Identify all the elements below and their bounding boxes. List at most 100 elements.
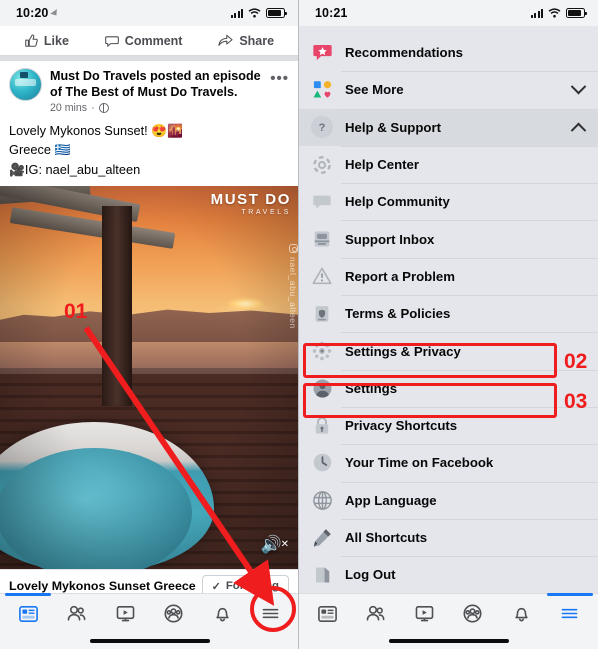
menu-item-your-time-on-facebook[interactable]: Your Time on Facebook — [299, 444, 598, 481]
instagram-watermark: nael_abu_alteen — [288, 243, 298, 329]
post-action-bar: Like Comment Share — [0, 26, 298, 56]
hamburger-menu-icon — [262, 608, 279, 618]
home-indicator — [89, 638, 210, 643]
hamburger-menu-icon — [561, 608, 578, 618]
following-label: Following — [225, 580, 279, 593]
menu-item-support-inbox[interactable]: Support Inbox — [299, 220, 598, 257]
menu-label: Report a Problem — [345, 268, 455, 284]
like-label: Like — [43, 33, 69, 48]
comment-button[interactable]: Comment — [104, 33, 183, 48]
wifi-icon — [248, 8, 261, 18]
document-shield-icon — [311, 303, 333, 325]
menu-item-help-and-support[interactable]: ? Help & Support — [299, 108, 598, 146]
cellular-signal-icon — [231, 8, 243, 18]
video-player[interactable]: MUST DO TRAVELS nael_abu_alteen 🔊 ✕ — [0, 185, 298, 569]
menu-item-terms-and-policies[interactable]: Terms & Policies — [299, 295, 598, 332]
settings-menu-list[interactable]: Recommendations See More ? Help & Suppor… — [299, 26, 598, 593]
chat-bubble-icon — [311, 191, 333, 213]
menu-item-recommendations[interactable]: Recommendations — [299, 34, 598, 71]
menu-item-settings-and-privacy[interactable]: Settings & Privacy — [299, 332, 598, 369]
menu-item-report-a-problem[interactable]: Report a Problem — [299, 257, 598, 295]
menu-item-log-out[interactable]: Log Out — [299, 556, 598, 593]
battery-icon — [266, 8, 287, 18]
friends-icon — [67, 605, 86, 621]
bell-icon — [216, 607, 229, 621]
share-button[interactable]: Share — [218, 34, 274, 48]
speaker-muted-icon[interactable]: 🔊 ✕ — [260, 535, 289, 555]
menu-label: Log Out — [345, 567, 396, 583]
recommendations-icon — [311, 42, 333, 64]
wifi-icon — [548, 8, 561, 18]
menu-item-settings[interactable]: Settings — [299, 369, 598, 407]
left-status-bar: 10:20 — [0, 0, 298, 26]
menu-label: Help Center — [345, 157, 420, 173]
watch-video-icon — [415, 605, 434, 621]
partial-row-top — [299, 26, 598, 34]
lifebuoy-icon — [311, 154, 333, 176]
post-header: Must Do Travels posted an episode of The… — [0, 61, 298, 117]
svg-text:?: ? — [319, 122, 326, 134]
menu-item-privacy-shortcuts[interactable]: Privacy Shortcuts — [299, 406, 598, 444]
status-time: 10:20 — [16, 6, 49, 20]
right-status-bar: 10:21 — [299, 0, 598, 26]
menu-label: Help & Support — [345, 119, 441, 135]
sidebar-item-notifications[interactable] — [202, 594, 242, 632]
battery-icon — [566, 8, 587, 18]
instagram-icon — [288, 243, 298, 253]
menu-label: Support Inbox — [345, 231, 435, 247]
thumbs-up-icon — [25, 34, 38, 47]
more-options-icon[interactable]: ••• — [270, 68, 289, 87]
menu-label: All Shortcuts — [345, 530, 428, 545]
channel-watermark: MUST DO TRAVELS — [211, 192, 291, 216]
chevron-up-icon — [570, 122, 587, 138]
sidebar-item-watch[interactable] — [105, 594, 145, 632]
sidebar-item-watch[interactable] — [404, 594, 444, 632]
sidebar-item-friends[interactable] — [57, 594, 97, 632]
menu-label: Recommendations — [345, 45, 463, 61]
sidebar-item-groups[interactable] — [453, 594, 493, 632]
menu-label: App Language — [345, 492, 437, 508]
groups-icon — [463, 603, 482, 623]
comment-label: Comment — [124, 33, 183, 48]
menu-item-help-community[interactable]: Help Community — [299, 183, 598, 220]
check-icon: ✓ — [211, 580, 221, 593]
like-button[interactable]: Like — [24, 34, 69, 48]
left-bottom-nav — [0, 593, 298, 649]
watch-video-icon — [116, 605, 135, 621]
question-mark-icon: ? — [311, 116, 333, 139]
menu-label: Settings & Privacy — [345, 343, 461, 359]
sidebar-item-menu[interactable] — [251, 594, 291, 632]
ig-handle: nael_abu_alteen — [288, 256, 298, 329]
sidebar-item-news-feed[interactable] — [5, 593, 52, 632]
globe-icon — [98, 103, 109, 114]
groups-icon — [164, 603, 183, 623]
menu-item-all-shortcuts[interactable]: All Shortcuts — [299, 518, 598, 556]
sidebar-item-notifications[interactable] — [501, 594, 541, 632]
home-indicator — [388, 638, 509, 643]
menu-label: Privacy Shortcuts — [345, 418, 458, 434]
menu-label: See More — [345, 82, 404, 98]
sidebar-item-menu[interactable] — [546, 593, 593, 632]
menu-label: Settings — [345, 380, 398, 396]
sidebar-item-groups[interactable] — [154, 594, 194, 632]
status-time: 10:21 — [315, 6, 348, 20]
share-label: Share — [239, 33, 275, 48]
left-phone-panel: 10:20 Like Comment Share Must Do Travels… — [0, 0, 299, 649]
post-line-2: Greece 🇬🇷 — [9, 142, 71, 158]
post-author-title: Must Do Travels posted an episode of The… — [50, 69, 261, 100]
menu-item-see-more[interactable]: See More — [299, 71, 598, 108]
tutorial-screenshot: 10:20 Like Comment Share Must Do Travels… — [0, 0, 598, 649]
menu-item-help-center[interactable]: Help Center — [299, 145, 598, 183]
sidebar-item-news-feed[interactable] — [307, 594, 347, 632]
location-arrow-icon — [50, 8, 61, 18]
post-body: Lovely Mykonos Sunset! 😍🌇 Greece 🇬🇷 🎥IG:… — [0, 116, 298, 186]
menu-label: Your Time on Facebook — [345, 455, 494, 471]
avatar[interactable] — [9, 68, 42, 101]
pencil-icon — [311, 527, 333, 549]
menu-label: Terms & Policies — [345, 306, 451, 322]
right-phone-panel: 10:21 Recommendations See More ? Help & … — [299, 0, 598, 649]
warning-triangle-icon — [311, 265, 333, 287]
sidebar-item-friends[interactable] — [356, 594, 396, 632]
menu-item-app-language[interactable]: App Language — [299, 481, 598, 519]
vignette — [0, 185, 298, 569]
